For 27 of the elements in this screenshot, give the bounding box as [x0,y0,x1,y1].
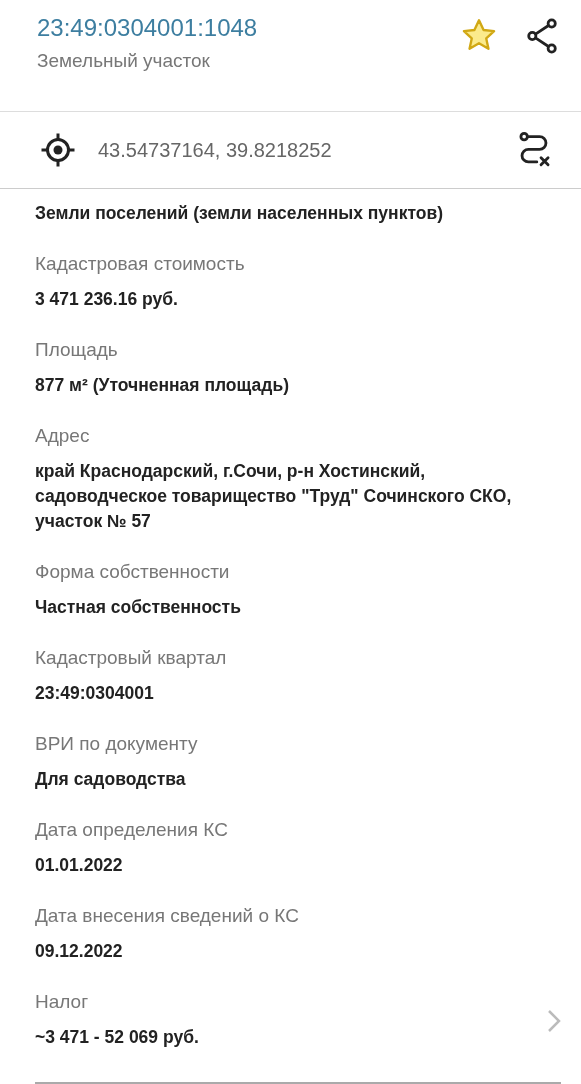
cadastral-number: 23:49:0304001:1048 [37,14,259,42]
field-value[interactable]: ~3 471 - 52 069 руб. [35,1025,547,1050]
field-label: Площадь [35,339,119,361]
field-label: ВРИ по документу [35,733,199,755]
field-label: Адрес [35,425,91,447]
field-value: Частная собственность [35,596,242,619]
field-value: 01.01.2022 [35,854,124,877]
route-icon[interactable] [517,131,551,169]
field-value: Для садоводства [35,768,187,791]
field-label: Дата определения КС [35,819,229,841]
coordinates: 43.54737164, 39.8218252 [98,138,333,162]
location-target-icon[interactable] [40,132,76,168]
share-icon [525,18,559,54]
object-type: Земельный участок [37,50,211,72]
field-value: Земли поселений (земли населенных пунктов) [35,202,444,225]
field-label: Кадастровая стоимость [35,253,246,275]
field-value: край Краснодарский, г.Сочи, р-н Хостинский, садоводческое товарищество "Труд" Сочинского СКО, участок № 57 [35,460,513,533]
field-value: 09.12.2022 [35,940,124,963]
field-value: 877 м² (Уточненная площадь) [35,374,290,397]
field-label: Форма собственности [35,561,231,583]
field-label: Налог [35,991,90,1013]
share-button[interactable] [525,18,559,54]
field-label: Кадастровый квартал [35,647,228,669]
field-value: 23:49:0304001 [35,682,155,705]
star-icon [461,18,497,52]
field-value: 3 471 236.16 руб. [35,288,179,311]
field-label: Дата внесения сведений о КС [35,905,300,927]
